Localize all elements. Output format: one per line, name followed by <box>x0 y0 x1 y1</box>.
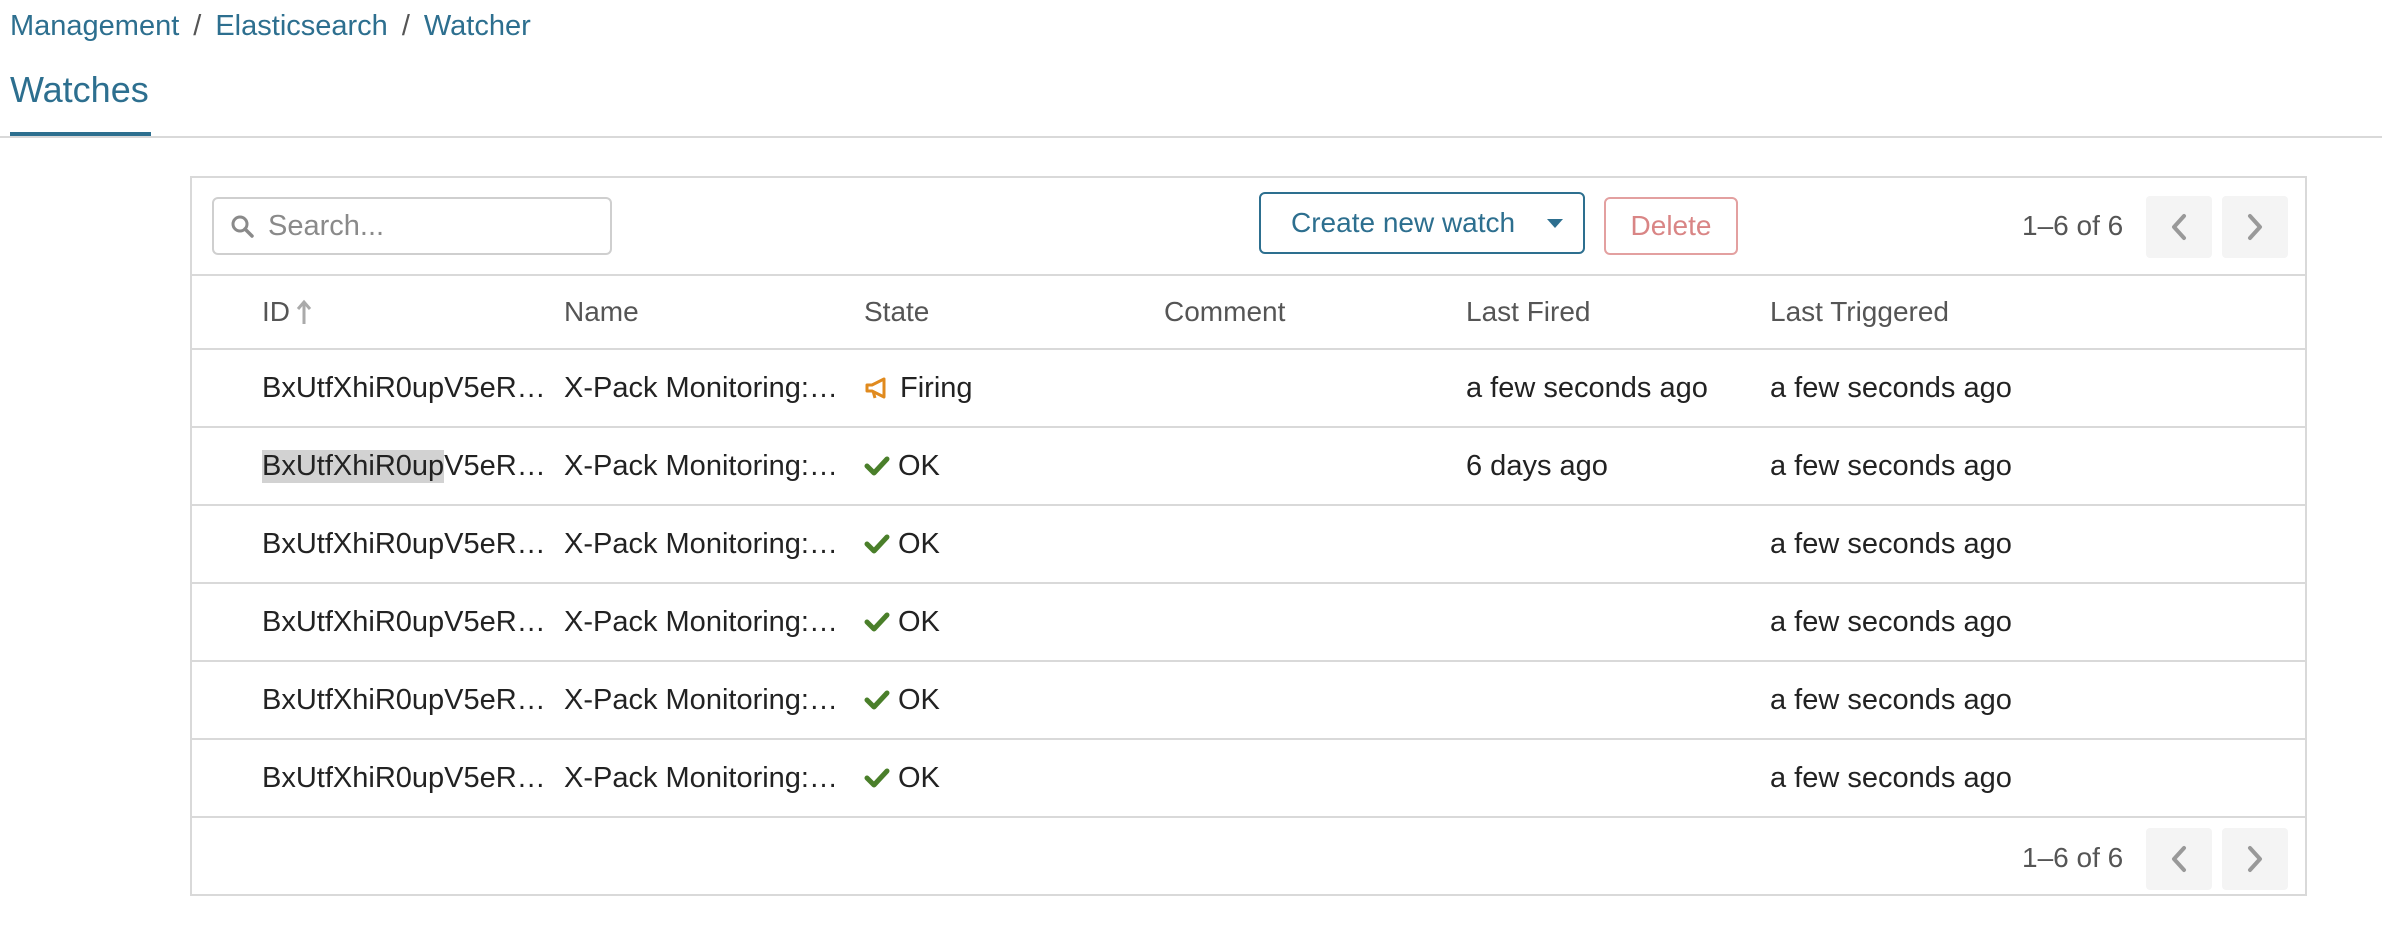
watch-last-fired <box>1466 662 1766 738</box>
search-icon <box>231 215 254 238</box>
watch-last-triggered: a few seconds ago <box>1770 449 2012 482</box>
watch-name: X-Pack Monitoring:… <box>564 761 834 794</box>
watch-state: OK <box>864 740 1144 816</box>
search-box[interactable] <box>212 197 612 255</box>
breadcrumb-management[interactable]: Management <box>10 8 179 44</box>
watch-id-text: BxUtfXhiR0upV5eR… <box>262 683 542 716</box>
watch-id-text: BxUtfXhiR0upV5eR… <box>262 371 542 404</box>
watch-comment <box>1164 584 1444 660</box>
watch-state-label: OK <box>898 761 940 794</box>
watches-panel: Create new watch Delete 1–6 of 6 ID Name… <box>190 176 2307 896</box>
table-row[interactable]: BxUtfXhiR0upV5eR… X-Pack Monitoring:… OK… <box>192 428 2305 506</box>
watch-name: X-Pack Monitoring:… <box>564 449 834 482</box>
table-row[interactable]: BxUtfXhiR0upV5eR… X-Pack Monitoring:… OK… <box>192 662 2305 740</box>
watch-id-text: BxUtfXhiR0upV5eR… <box>262 527 542 560</box>
table-row[interactable]: BxUtfXhiR0upV5eR… X-Pack Monitoring:… Fi… <box>192 350 2305 428</box>
prev-page-button[interactable] <box>2146 196 2212 258</box>
search-input[interactable] <box>266 208 590 244</box>
chevron-left-icon <box>2172 846 2186 872</box>
watch-state-label: OK <box>898 527 940 560</box>
column-header-state[interactable]: State <box>864 276 1144 348</box>
table-row[interactable]: BxUtfXhiR0upV5eR… X-Pack Monitoring:… OK… <box>192 584 2305 662</box>
watch-comment <box>1164 506 1444 582</box>
watch-last-triggered: a few seconds ago <box>1770 527 2012 560</box>
watch-id-text: BxUtfXhiR0upV5eR… <box>262 605 542 638</box>
chevron-right-icon <box>2248 846 2262 872</box>
table-toolbar: Create new watch Delete 1–6 of 6 <box>192 178 2305 276</box>
table-footer: 1–6 of 6 <box>192 820 2305 896</box>
chevron-right-icon <box>2248 214 2262 240</box>
watch-state: OK <box>864 506 1144 582</box>
watch-id-link[interactable]: BxUtfXhiR0upV5eR… <box>262 662 542 738</box>
check-icon <box>864 455 890 477</box>
watch-state: OK <box>864 662 1144 738</box>
watch-last-fired <box>1466 506 1766 582</box>
breadcrumb: Management / Elasticsearch / Watcher <box>10 8 531 44</box>
watch-last-fired: 6 days ago <box>1466 449 1608 482</box>
prev-page-button[interactable] <box>2146 828 2212 890</box>
check-icon <box>864 611 890 633</box>
column-header-id[interactable]: ID <box>262 276 542 348</box>
next-page-button[interactable] <box>2222 196 2288 258</box>
watch-name: X-Pack Monitoring:… <box>564 371 834 404</box>
watch-id-link[interactable]: BxUtfXhiR0upV5eR… <box>262 428 542 504</box>
pagination-summary: 1–6 of 6 <box>2022 842 2124 873</box>
column-header-comment[interactable]: Comment <box>1164 276 1444 348</box>
watch-last-fired <box>1466 740 1766 816</box>
breadcrumb-watcher[interactable]: Watcher <box>424 8 531 44</box>
watch-last-triggered: a few seconds ago <box>1770 605 2012 638</box>
watch-last-fired <box>1466 584 1766 660</box>
watch-state-label: OK <box>898 449 940 482</box>
watch-last-triggered: a few seconds ago <box>1770 371 2012 404</box>
column-header-name[interactable]: Name <box>564 276 834 348</box>
watch-name: X-Pack Monitoring:… <box>564 605 834 638</box>
sort-ascending-icon <box>296 299 312 324</box>
table-header: ID Name State Comment Last Fired Last Tr… <box>192 276 2305 350</box>
megaphone-icon <box>864 376 892 400</box>
table-row[interactable]: BxUtfXhiR0upV5eR… X-Pack Monitoring:… OK… <box>192 506 2305 584</box>
breadcrumb-elasticsearch[interactable]: Elasticsearch <box>215 8 387 44</box>
watch-state: OK <box>864 584 1144 660</box>
watch-id-text: BxUtfXhiR0upV5eR… <box>262 761 542 794</box>
pagination-summary: 1–6 of 6 <box>2022 210 2124 241</box>
watch-state-label: OK <box>898 683 940 716</box>
breadcrumb-separator: / <box>193 10 202 42</box>
watch-comment <box>1164 662 1444 738</box>
watch-name: X-Pack Monitoring:… <box>564 527 834 560</box>
watch-comment <box>1164 740 1444 816</box>
check-icon <box>864 689 890 711</box>
column-header-label: ID <box>262 296 290 327</box>
chevron-left-icon <box>2172 214 2186 240</box>
watch-id-link[interactable]: BxUtfXhiR0upV5eR… <box>262 584 542 660</box>
check-icon <box>864 767 890 789</box>
watch-last-triggered: a few seconds ago <box>1770 761 2012 794</box>
watch-state-label: OK <box>898 605 940 638</box>
watch-state: Firing <box>864 350 1144 426</box>
tab-watches[interactable]: Watches <box>10 62 151 136</box>
watch-last-triggered: a few seconds ago <box>1770 683 2012 716</box>
watch-id-text: V5eR… <box>444 449 542 482</box>
watch-name: X-Pack Monitoring:… <box>564 683 834 716</box>
check-icon <box>864 533 890 555</box>
watch-state-label: Firing <box>900 371 973 404</box>
watch-id-link[interactable]: BxUtfXhiR0upV5eR… <box>262 350 542 426</box>
next-page-button[interactable] <box>2222 828 2288 890</box>
caret-down-icon <box>1547 219 1563 228</box>
column-header-last-triggered[interactable]: Last Triggered <box>1770 276 2170 348</box>
watch-id-link[interactable]: BxUtfXhiR0upV5eR… <box>262 506 542 582</box>
tab-bar: Watches <box>0 62 2382 138</box>
create-new-watch-button[interactable]: Create new watch <box>1259 192 1585 254</box>
watch-comment <box>1164 428 1444 504</box>
delete-button[interactable]: Delete <box>1604 197 1738 255</box>
watch-last-fired: a few seconds ago <box>1466 371 1708 404</box>
watch-state: OK <box>864 428 1144 504</box>
table-row[interactable]: BxUtfXhiR0upV5eR… X-Pack Monitoring:… OK… <box>192 740 2305 818</box>
watch-comment <box>1164 350 1444 426</box>
watch-id-link[interactable]: BxUtfXhiR0upV5eR… <box>262 740 542 816</box>
create-new-watch-label: Create new watch <box>1291 207 1516 238</box>
breadcrumb-separator: / <box>401 10 410 42</box>
selected-text-highlight: BxUtfXhiR0up <box>262 449 445 483</box>
column-header-last-fired[interactable]: Last Fired <box>1466 276 1766 348</box>
